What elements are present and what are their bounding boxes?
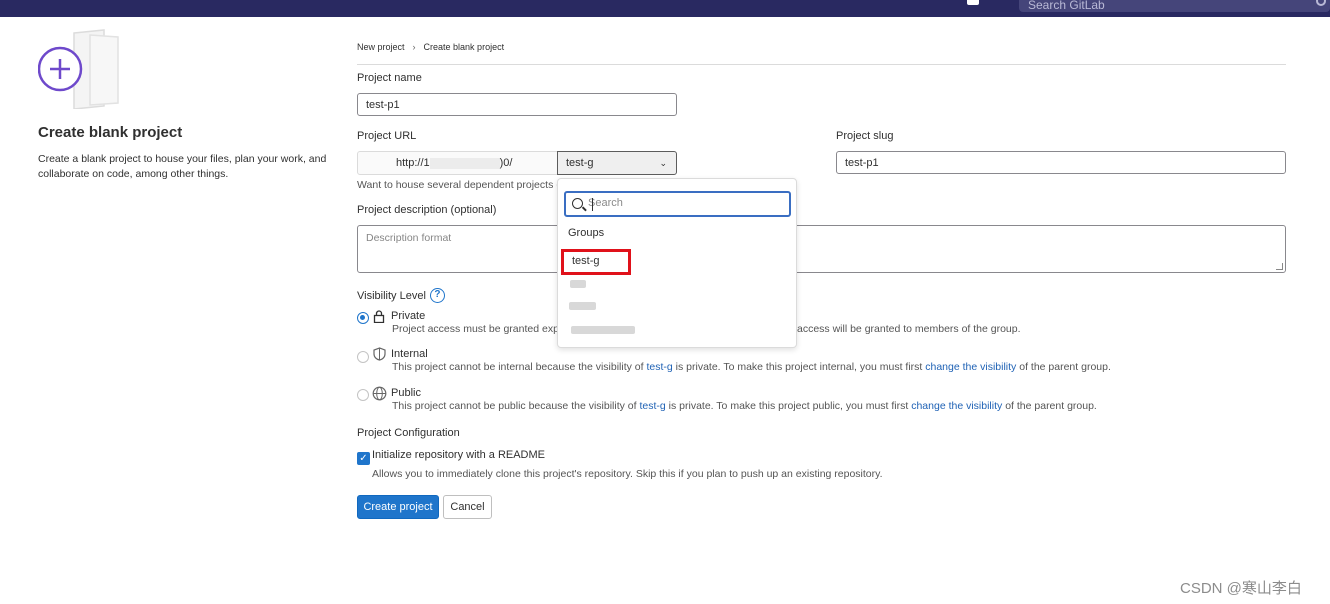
global-search-placeholder: Search GitLab — [1028, 0, 1105, 12]
breadcrumb-new-project[interactable]: New project — [357, 42, 405, 52]
help-icon[interactable]: ? — [429, 288, 445, 303]
text-caret — [592, 198, 593, 211]
visibility-internal-radio[interactable] — [357, 351, 369, 363]
search-icon — [572, 198, 583, 209]
redacted-host — [429, 157, 500, 169]
lock-icon — [373, 310, 385, 323]
todo-icon[interactable] — [967, 0, 979, 5]
project-url-prefix: http://1 )0/ — [357, 151, 558, 175]
visibility-internal-desc-c: of the parent group. — [1016, 361, 1111, 373]
namespace-dropdown: Search Groups test-g — [557, 178, 797, 348]
project-name-input[interactable]: test-p1 — [357, 93, 677, 116]
visibility-label: Visibility Level ? — [357, 288, 445, 303]
project-slug-input[interactable]: test-p1 — [836, 151, 1286, 174]
description-textarea[interactable]: Description format — [357, 225, 1286, 273]
visibility-public-desc-a: This project cannot be public because th… — [392, 400, 640, 412]
breadcrumb-separator: › — [412, 42, 416, 52]
visibility-private-radio[interactable] — [357, 312, 369, 324]
cancel-button[interactable]: Cancel — [443, 495, 492, 519]
namespace-value: test-g — [566, 157, 594, 169]
description-placeholder: Description format — [366, 232, 452, 244]
resize-handle[interactable] — [1276, 263, 1283, 270]
visibility-label-text: Visibility Level — [357, 289, 426, 302]
change-visibility-link[interactable]: change the visibility — [925, 361, 1016, 373]
shield-icon — [373, 347, 386, 361]
dropdown-groups-header: Groups — [568, 227, 605, 239]
namespace-select[interactable]: test-g ⌄ — [557, 151, 677, 175]
watermark: CSDN @寒山李白 — [1180, 580, 1302, 597]
top-navbar: Search GitLab — [0, 0, 1330, 17]
dropdown-item-selected[interactable]: test-g — [561, 249, 631, 275]
blank-project-illustration-icon — [38, 29, 119, 109]
project-url-label: Project URL — [357, 130, 417, 142]
url-prefix-start: http://1 — [396, 157, 430, 169]
visibility-internal-desc-b: is private. To make this project interna… — [672, 361, 926, 373]
visibility-private-desc: Project access must be granted expli — [392, 323, 564, 335]
create-project-button[interactable]: Create project — [357, 495, 439, 519]
dropdown-search-input[interactable]: Search — [564, 191, 791, 217]
dropdown-item-redacted[interactable] — [569, 302, 596, 310]
dropdown-item-label: test-g — [572, 255, 600, 267]
project-configuration-label: Project Configuration — [357, 427, 460, 439]
group-link[interactable]: test-g — [639, 400, 665, 412]
page-description: Create a blank project to house your fil… — [38, 153, 327, 180]
readme-checkbox-label: Initialize repository with a README — [372, 449, 546, 461]
breadcrumb: New project › Create blank project — [357, 42, 504, 52]
project-slug-label: Project slug — [836, 130, 894, 142]
page-title: Create blank project — [38, 124, 183, 141]
dropdown-item-redacted[interactable] — [571, 326, 635, 334]
visibility-internal-desc: This project cannot be internal because … — [392, 361, 1111, 373]
url-hint: Want to house several dependent projects… — [357, 179, 560, 191]
visibility-public-desc-b: is private. To make this project public,… — [665, 400, 912, 412]
visibility-public-label: Public — [391, 387, 421, 399]
dropdown-item-redacted[interactable] — [570, 280, 586, 288]
visibility-public-desc: This project cannot be public because th… — [392, 400, 1097, 412]
url-prefix-end: )0/ — [499, 157, 513, 169]
visibility-internal-label: Internal — [391, 348, 428, 360]
chevron-down-icon: ⌄ — [659, 158, 667, 168]
visibility-private-desc-end: access will be granted to members of the… — [797, 323, 1021, 335]
description-label: Project description (optional) — [357, 204, 497, 216]
breadcrumb-current: Create blank project — [423, 42, 505, 52]
visibility-private-label: Private — [391, 310, 426, 322]
search-icon — [1316, 0, 1326, 6]
visibility-public-radio[interactable] — [357, 389, 369, 401]
readme-checkbox[interactable]: ✓ — [357, 452, 370, 465]
change-visibility-link[interactable]: change the visibility — [911, 400, 1002, 412]
visibility-internal-desc-a: This project cannot be internal because … — [392, 361, 647, 373]
project-name-label: Project name — [357, 72, 422, 84]
dropdown-search-placeholder: Search — [588, 197, 623, 209]
global-search-input[interactable]: Search GitLab — [1019, 0, 1330, 12]
readme-checkbox-desc: Allows you to immediately clone this pro… — [372, 468, 883, 480]
visibility-public-desc-c: of the parent group. — [1002, 400, 1097, 412]
globe-icon — [372, 386, 387, 401]
divider — [357, 64, 1286, 65]
group-link[interactable]: test-g — [646, 361, 672, 373]
